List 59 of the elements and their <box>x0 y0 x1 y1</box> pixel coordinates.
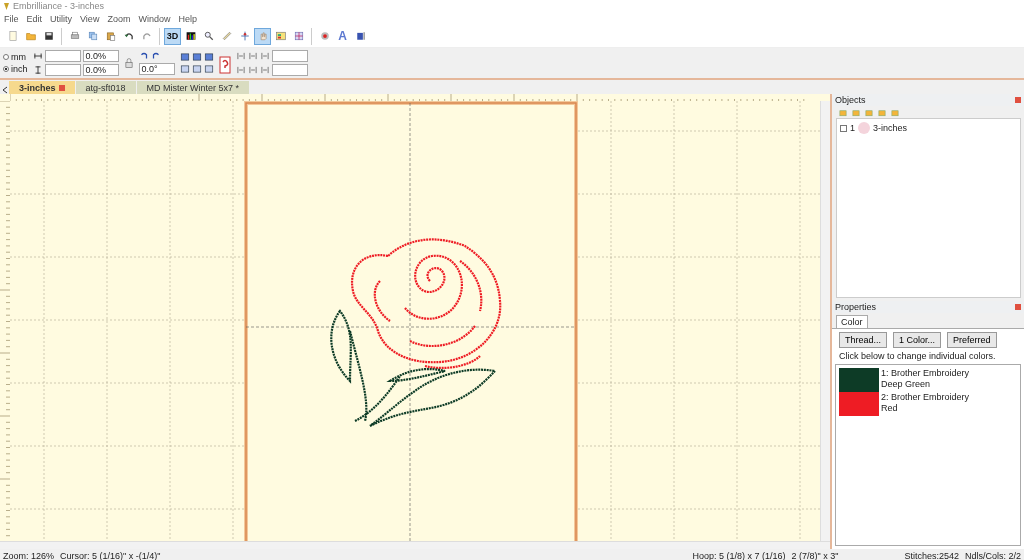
document-tab[interactable]: 3-inches <box>9 81 75 94</box>
rotate-left-icon[interactable] <box>138 51 149 61</box>
scroll-left-icon[interactable] <box>2 86 8 94</box>
spacing-field[interactable] <box>271 50 308 62</box>
needles-status: Ndls/Cols: 2/2 <box>964 551 1021 560</box>
properties-button[interactable]: Preferred <box>947 332 997 348</box>
object-name[interactable]: 3-inches <box>873 123 908 133</box>
app-logo-icon <box>3 1 10 11</box>
document-tab[interactable]: MD Mister Winter 5x7 * <box>136 81 250 94</box>
hand-icon[interactable] <box>254 27 271 45</box>
hint-text: Click below to change individual colors. <box>838 351 997 361</box>
spacing-icon[interactable] <box>247 65 258 75</box>
object-index: 1 <box>850 123 855 133</box>
properties-button[interactable]: Thread... <box>839 332 888 348</box>
size-status: 2 (7/8)" x 3" <box>791 551 839 560</box>
thread-label: 2: Brother Embroidery Red <box>881 392 970 415</box>
color-tab[interactable]: Color <box>836 315 868 328</box>
menu-item[interactable]: Zoom <box>107 13 131 24</box>
color-swatch[interactable] <box>839 368 879 392</box>
spacing-icon[interactable] <box>235 51 246 61</box>
document-tab[interactable]: atg-sft018 <box>75 81 136 94</box>
toolbar-button[interactable]: 3D <box>164 27 181 45</box>
menu-item[interactable]: Edit <box>26 13 43 24</box>
menu-item[interactable]: Help <box>178 13 197 24</box>
unit-radio[interactable]: mm <box>3 52 28 62</box>
stitches-status: Stitches:2542 <box>904 551 959 560</box>
rotate-right-icon[interactable] <box>150 51 161 61</box>
menu-item[interactable]: Utility <box>50 13 73 24</box>
color-swatch[interactable] <box>839 392 879 416</box>
spacing-icon[interactable] <box>235 65 246 75</box>
menu-item[interactable]: Window <box>138 13 171 24</box>
percent-field[interactable]: 0.0% <box>82 64 119 76</box>
spacing-field[interactable] <box>271 64 308 76</box>
size-field[interactable] <box>44 64 81 76</box>
unit-radio[interactable]: inch <box>3 64 28 74</box>
cursor-status: Cursor: 5 (1/16)" x -(1/4)" <box>60 551 161 560</box>
toolbar-button[interactable]: A <box>334 27 351 45</box>
menu-item[interactable]: View <box>80 13 100 24</box>
spacing-icon[interactable] <box>259 65 270 75</box>
percent-field[interactable]: 0.0% <box>82 50 119 62</box>
hoop-status: Hoop: 5 (1/8) x 7 (1/16) <box>692 551 786 560</box>
menu-item[interactable]: File <box>4 13 19 24</box>
window-title: Embrilliance - 3-inches <box>13 1 105 11</box>
horizontal-scrollbar[interactable] <box>0 541 830 549</box>
thread-label: 1: Brother Embroidery Deep Green <box>881 368 970 391</box>
design-canvas[interactable] <box>10 101 820 541</box>
properties-button[interactable]: 1 Color... <box>893 332 942 348</box>
vertical-scrollbar[interactable] <box>820 101 830 541</box>
panel-title: Properties <box>835 302 877 312</box>
size-field[interactable] <box>44 50 81 62</box>
expand-icon[interactable] <box>840 124 847 132</box>
width-icon[interactable] <box>32 51 43 61</box>
rotation-field[interactable]: 0.0° <box>138 63 175 75</box>
panel-title: Objects <box>835 95 866 105</box>
zoom-status: Zoom: 126% <box>3 551 55 560</box>
design-thumbnail <box>858 122 870 134</box>
spacing-icon[interactable] <box>259 51 270 61</box>
spacing-icon[interactable] <box>247 51 258 61</box>
close-icon[interactable] <box>58 84 65 91</box>
